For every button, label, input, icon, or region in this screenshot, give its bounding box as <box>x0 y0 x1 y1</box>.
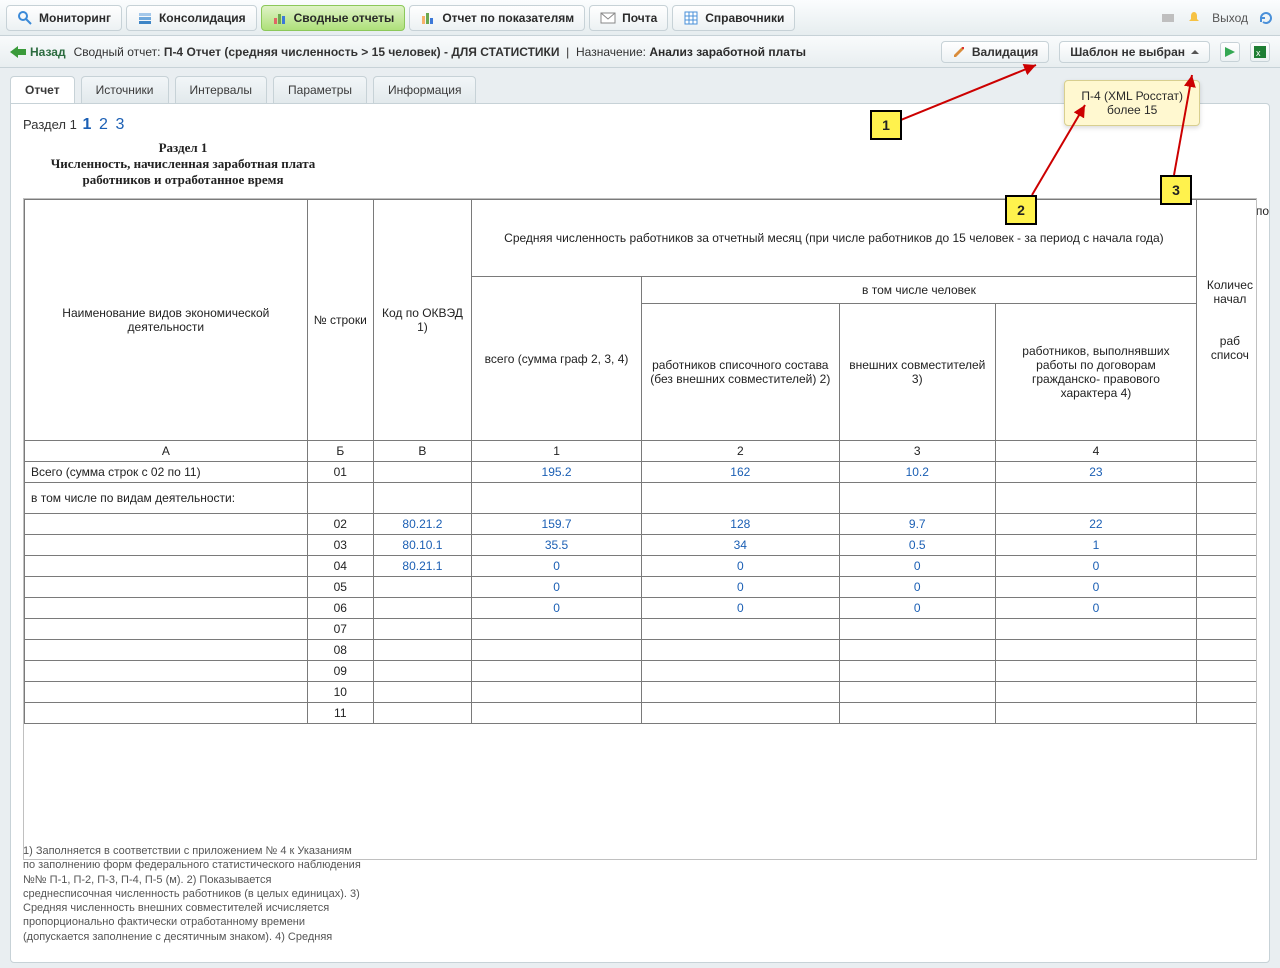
exit-label: Выход <box>1212 11 1248 25</box>
page-3-link[interactable]: 3 <box>114 116 127 133</box>
breadcrumb-prefix: Сводный отчет: <box>74 45 161 59</box>
toolbar-mail[interactable]: Почта <box>589 5 668 31</box>
report-table: Наименование видов экономической деятель… <box>24 199 1257 724</box>
col-num-4: 4 <box>996 441 1197 462</box>
col-okved: Код по ОКВЭД 1) <box>373 200 471 441</box>
table-row: 0280.21.2159.71289.722 <box>25 514 1258 535</box>
toolbar-label: Почта <box>622 11 657 25</box>
exit-button[interactable]: Выход <box>1212 11 1248 25</box>
table-row: 09 <box>25 661 1258 682</box>
toolbar-summary-reports[interactable]: Сводные отчеты <box>261 5 406 31</box>
play-icon <box>1225 47 1235 57</box>
bell-icon[interactable] <box>1186 10 1202 26</box>
section-prefix: Раздел 1 <box>23 117 77 132</box>
sub-ext: внешних совместителей 3) <box>839 304 996 441</box>
breadcrumb-title: П-4 Отчет (средняя численность > 15 чело… <box>164 45 560 59</box>
col-rownum: № строки <box>307 200 373 441</box>
table-row: 11 <box>25 703 1258 724</box>
sub-group: в том числе человек <box>642 277 1197 304</box>
back-button[interactable]: Назад <box>10 45 66 59</box>
table-row: 060000 <box>25 598 1258 619</box>
row-total-label: Всего (сумма строк с 02 по 11) <box>25 462 308 483</box>
breadcrumb-assign-label: Назначение: <box>576 45 646 59</box>
table-row: 0380.10.135.5340.51 <box>25 535 1258 556</box>
validate-label: Валидация <box>972 45 1038 59</box>
arrow-3 <box>1172 72 1202 180</box>
back-label: Назад <box>30 45 66 59</box>
footnotes: 1) Заполняется в соответствии с приложен… <box>23 844 363 944</box>
section-subtitle: Численность, начисленная заработная плат… <box>23 156 343 188</box>
content-panel: Раздел 1 1 2 3 Раздел 1 Численность, нач… <box>10 103 1270 963</box>
toolbar-label: Отчет по показателям <box>442 11 574 25</box>
page-1-link[interactable]: 1 <box>80 116 93 133</box>
group-header: Средняя численность работников за отчетн… <box>472 200 1197 277</box>
toolbar-monitoring[interactable]: Мониторинг <box>6 5 122 31</box>
table-row: 0480.21.10000 <box>25 556 1258 577</box>
tab-info[interactable]: Информация <box>373 76 476 103</box>
mail-icon <box>600 10 616 26</box>
run-button[interactable] <box>1220 42 1240 62</box>
col-activity: Наименование видов экономической деятель… <box>25 200 308 441</box>
grid-icon <box>683 10 699 26</box>
template-label: Шаблон не выбран <box>1070 45 1185 59</box>
col-letter-b: Б <box>307 441 373 462</box>
table-row: 08 <box>25 640 1258 661</box>
col-num-2: 2 <box>642 441 839 462</box>
extra-col: Количес началраб списоч <box>1196 200 1257 441</box>
callout-2: 2 <box>1005 195 1037 225</box>
toolbar-label: Сводные отчеты <box>294 11 395 25</box>
section-heading: Раздел 1 <box>23 140 343 156</box>
col-num-3: 3 <box>839 441 996 462</box>
excel-icon: x <box>1254 46 1266 58</box>
chevron-up-icon <box>1191 48 1199 56</box>
toolbar-report-by-indicators[interactable]: Отчет по показателям <box>409 5 585 31</box>
section-title: Раздел 1 Численность, начисленная зарабо… <box>23 140 343 188</box>
tab-parameters[interactable]: Параметры <box>273 76 367 103</box>
svg-text:x: x <box>1256 48 1261 58</box>
sub-list: работников списочного состава (без внешн… <box>642 304 839 441</box>
report-scroll-area[interactable]: Наименование видов экономической деятель… <box>23 198 1257 860</box>
refresh-icon[interactable] <box>1258 10 1274 26</box>
excel-export-button[interactable]: x <box>1250 42 1270 62</box>
tip-line2: более 15 <box>1081 103 1183 117</box>
arrow-2 <box>1030 100 1090 200</box>
template-dropdown[interactable]: Шаблон не выбран <box>1059 41 1210 63</box>
toolbar-consolidation[interactable]: Консолидация <box>126 5 257 31</box>
callout-3: 3 <box>1160 175 1192 205</box>
col-letter-v: В <box>373 441 471 462</box>
callout-1: 1 <box>870 110 902 140</box>
search-icon <box>17 10 33 26</box>
breadcrumb: Сводный отчет: П-4 Отчет (средняя числен… <box>74 45 806 59</box>
toolbar-label: Консолидация <box>159 11 246 25</box>
toolbar-label: Справочники <box>705 11 784 25</box>
back-arrow-icon <box>10 46 26 58</box>
tab-report[interactable]: Отчет <box>10 76 75 103</box>
table-row: 050000 <box>25 577 1258 598</box>
status1-icon[interactable] <box>1160 10 1176 26</box>
col-letter-a: А <box>25 441 308 462</box>
sub-contract: работников, выполнявших работы по догово… <box>996 304 1197 441</box>
pencil-icon <box>952 45 966 59</box>
breadcrumb-assign-value: Анализ заработной платы <box>649 45 806 59</box>
tip-line1: П-4 (XML Росстат) <box>1081 89 1183 103</box>
arrow-1 <box>896 60 1046 130</box>
table-row-total: Всего (сумма строк с 02 по 11) 01 195.2 … <box>25 462 1258 483</box>
main-toolbar: Мониторинг Консолидация Сводные отчеты О… <box>0 0 1280 36</box>
row-types-label: в том числе по видам деятельности: <box>25 483 308 514</box>
tab-intervals[interactable]: Интервалы <box>175 76 268 103</box>
table-row: 07 <box>25 619 1258 640</box>
table-row-types: в том числе по видам деятельности: <box>25 483 1258 514</box>
toolbar-label: Мониторинг <box>39 11 111 25</box>
bars2-icon <box>420 10 436 26</box>
sub-total: всего (сумма граф 2, 3, 4) <box>472 277 642 441</box>
bars-icon <box>272 10 288 26</box>
action-bar: Назад Сводный отчет: П-4 Отчет (средняя … <box>0 36 1280 68</box>
tab-sources[interactable]: Источники <box>81 76 169 103</box>
stack-icon <box>137 10 153 26</box>
toolbar-references[interactable]: Справочники <box>672 5 795 31</box>
col-extra-blank <box>1196 441 1257 462</box>
col-num-1: 1 <box>472 441 642 462</box>
page-2-link[interactable]: 2 <box>97 116 110 133</box>
table-row: 10 <box>25 682 1258 703</box>
